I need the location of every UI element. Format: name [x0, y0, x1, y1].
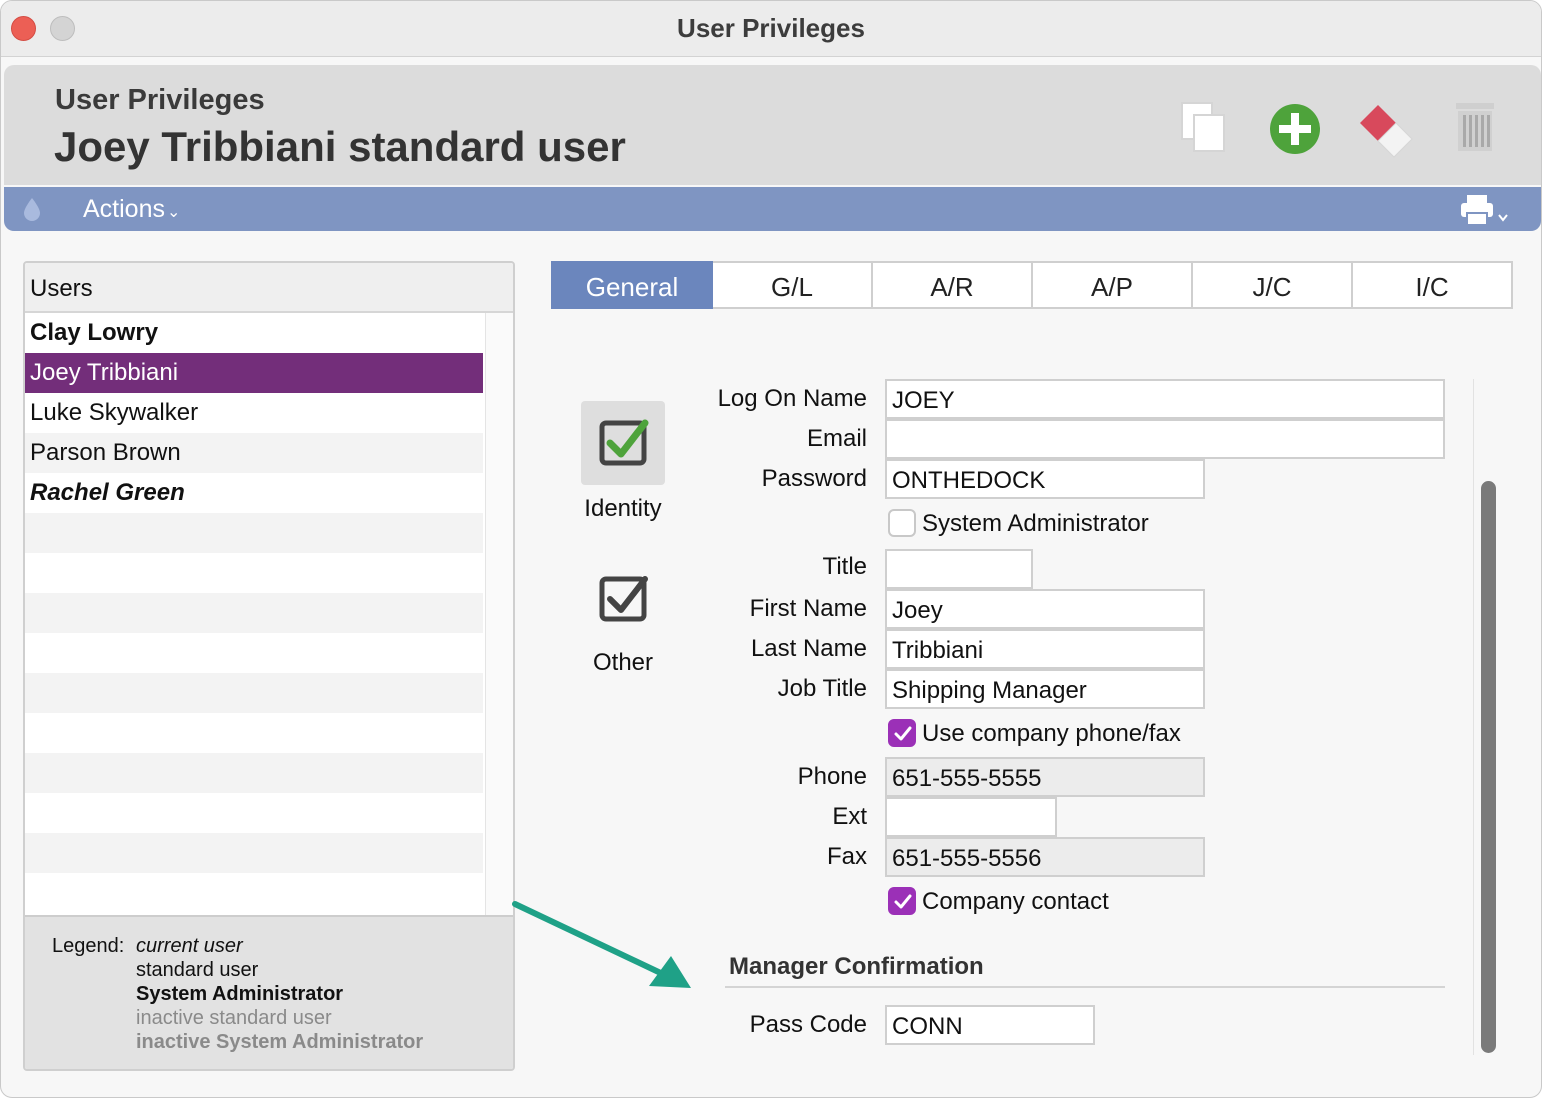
empty-list-row — [25, 753, 483, 793]
use-company-phone-label: Use company phone/fax — [922, 720, 1181, 747]
header-title: Joey Tribbiani standard user — [54, 123, 626, 170]
last-name-field[interactable]: Tribbiani — [885, 629, 1205, 669]
identity-check-icon — [599, 419, 649, 466]
legend-label: Legend: — [52, 935, 125, 957]
user-privileges-window: User Privileges User Privileges Joey Tri… — [0, 0, 1542, 1098]
annotation-arrow-icon — [512, 901, 691, 988]
fax-label: Fax — [826, 843, 867, 870]
privilege-tabs: General G/L A/R A/P J/C I/C — [551, 261, 1513, 309]
print-icon[interactable] — [1457, 193, 1513, 227]
empty-list-row — [25, 873, 483, 913]
title-label: Title — [822, 553, 867, 580]
action-bar: Actions ⌄ — [4, 187, 1541, 231]
legend-standard-user: standard user — [136, 959, 259, 981]
drop-icon[interactable] — [22, 196, 42, 222]
email-label: Email — [806, 425, 867, 452]
company-contact-checkbox[interactable]: Company contact — [888, 886, 1109, 918]
pass-code-label: Pass Code — [749, 1011, 867, 1038]
other-section-label[interactable]: Other — [558, 649, 688, 677]
empty-list-row — [25, 673, 483, 713]
password-label: Password — [761, 465, 867, 492]
legend-system-administrator: System Administrator — [136, 983, 344, 1005]
identity-section-label[interactable]: Identity — [558, 495, 688, 523]
phone-field[interactable]: 651-555-5555 — [885, 757, 1205, 797]
users-list-scrollbar[interactable] — [485, 313, 513, 915]
logon-name-field[interactable]: JOEY — [885, 379, 1445, 419]
email-field[interactable] — [885, 419, 1445, 459]
system-administrator-checkbox[interactable]: System Administrator — [888, 508, 1149, 540]
empty-list-row — [25, 553, 483, 593]
users-list[interactable]: Clay Lowry Joey Tribbiani Luke Skywalker Pa… — [25, 313, 483, 913]
actions-menu[interactable]: Actions ⌄ — [83, 195, 180, 224]
form-scrollbar-thumb[interactable] — [1481, 481, 1496, 1053]
company-contact-checkbox-box[interactable] — [888, 886, 916, 915]
job-title-field[interactable]: Shipping Manager — [885, 669, 1205, 709]
other-section-button[interactable] — [581, 557, 665, 641]
window-title: User Privileges — [677, 13, 865, 43]
empty-list-row — [25, 833, 483, 873]
user-list-item[interactable]: Parson Brown — [25, 433, 483, 473]
header-subtitle: User Privileges — [55, 84, 265, 116]
pass-code-field[interactable]: CONN — [885, 1005, 1095, 1045]
tab-j-c[interactable]: J/C — [1193, 261, 1353, 309]
use-company-phone-checkbox[interactable]: Use company phone/fax — [888, 718, 1181, 750]
add-icon[interactable] — [1265, 99, 1325, 159]
legend-inactive-standard-user: inactive standard user — [136, 1007, 332, 1029]
ext-label: Ext — [832, 803, 867, 830]
first-name-label: First Name — [749, 595, 867, 622]
user-list-item[interactable]: Luke Skywalker — [25, 393, 483, 433]
company-contact-label: Company contact — [922, 888, 1109, 915]
chevron-down-icon: ⌄ — [166, 204, 181, 221]
use-company-phone-checkbox-box[interactable] — [888, 718, 916, 747]
trash-icon[interactable] — [1444, 99, 1504, 159]
ext-field[interactable] — [885, 797, 1057, 837]
record-header: User Privileges Joey Tribbiani standard … — [4, 65, 1541, 185]
empty-list-row — [25, 633, 483, 673]
tab-a-p[interactable]: A/P — [1033, 261, 1193, 309]
copy-icon[interactable] — [1174, 99, 1234, 159]
other-check-icon — [599, 576, 648, 622]
logon-name-label: Log On Name — [717, 385, 867, 412]
empty-list-row — [25, 593, 483, 633]
empty-list-row — [25, 793, 483, 833]
user-list-item[interactable]: Joey Tribbiani — [25, 353, 483, 393]
section-divider — [725, 986, 1445, 988]
last-name-label: Last Name — [750, 635, 867, 662]
tab-general[interactable]: General — [551, 261, 713, 309]
actions-menu-label: Actions — [83, 195, 165, 223]
tab-i-c[interactable]: I/C — [1353, 261, 1513, 309]
empty-list-row — [25, 513, 483, 553]
system-administrator-checkbox-box[interactable] — [888, 508, 916, 537]
empty-list-row — [25, 713, 483, 753]
phone-label: Phone — [797, 763, 867, 790]
tab-a-r[interactable]: A/R — [873, 261, 1033, 309]
eraser-icon[interactable] — [1354, 99, 1414, 159]
tab-g-l[interactable]: G/L — [713, 261, 873, 309]
legend: Legend: current user standard user Syste… — [25, 915, 513, 1069]
user-list-item[interactable]: Clay Lowry — [25, 313, 483, 353]
users-list-header: Users — [25, 263, 513, 313]
first-name-field[interactable]: Joey — [885, 589, 1205, 629]
job-title-label: Job Title — [777, 675, 867, 702]
title-field[interactable] — [885, 549, 1033, 589]
title-bar: User Privileges — [1, 1, 1541, 57]
users-panel: Users Clay Lowry Joey Tribbiani Luke Skywa… — [23, 261, 515, 1071]
system-administrator-label: System Administrator — [922, 510, 1149, 537]
identity-section-button[interactable] — [581, 401, 665, 485]
password-field[interactable]: ONTHEDOCK — [885, 459, 1205, 499]
fax-field[interactable]: 651-555-5556 — [885, 837, 1205, 877]
legend-inactive-system-administrator: inactive System Administrator — [136, 1031, 424, 1053]
legend-current-user: current user — [136, 935, 243, 957]
user-list-item[interactable]: Rachel Green — [25, 473, 483, 513]
manager-confirmation-heading: Manager Confirmation — [729, 953, 984, 980]
